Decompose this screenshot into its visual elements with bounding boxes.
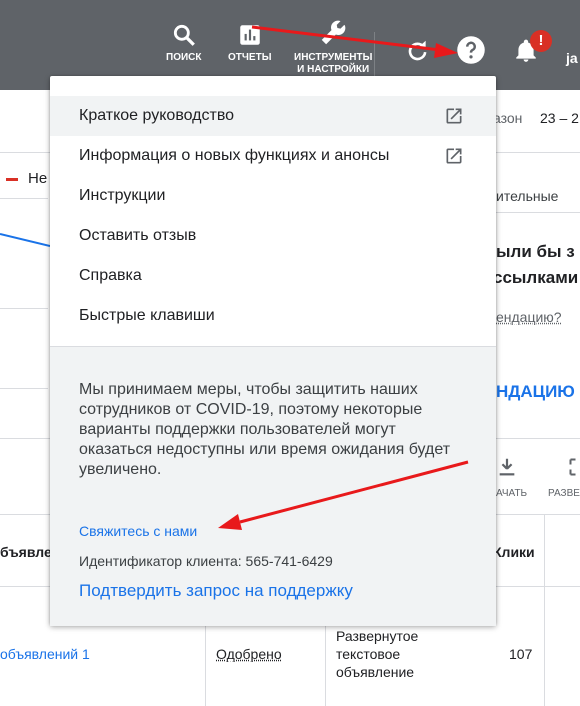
ad-type-line3: объявление <box>336 664 414 680</box>
help-dropdown-menu: Краткое руководство Информация о новых ф… <box>50 76 496 625</box>
tools-label-line2: И НАСТРОЙКИ <box>294 64 372 76</box>
covid-notice: Мы принимаем меры, чтобы защитить наших … <box>79 380 459 480</box>
confirm-support-request-link[interactable]: Подтвердить запрос на поддержку <box>79 581 353 601</box>
contact-us-link[interactable]: Свяжитесь с нами <box>79 523 197 539</box>
chart-gridline <box>0 308 48 309</box>
client-id: Идентификатор клиента: 565-741-6429 <box>79 553 333 569</box>
recommendation-question[interactable]: ендацию? <box>496 309 562 325</box>
search-label: ПОИСК <box>166 52 201 63</box>
user-account-name[interactable]: ja <box>566 50 578 66</box>
table-column-border <box>544 514 545 706</box>
tools-settings-button[interactable]: ИНСТРУМЕНТЫ И НАСТРОЙКИ <box>294 18 372 76</box>
apply-recommendation-button[interactable]: НДАЦИЮ <box>496 382 575 402</box>
notification-badge: ! <box>530 30 552 52</box>
recommendations-header: ительные <box>496 188 558 204</box>
col-header-clicks[interactable]: Клики <box>493 544 535 560</box>
reports-button[interactable]: ОТЧЕТЫ <box>228 22 271 64</box>
ad-type-line2: текстовое <box>336 646 400 662</box>
menu-item-label: Краткое руководство <box>79 96 234 136</box>
expand-icon[interactable] <box>568 456 580 478</box>
menu-item-instructions[interactable]: Инструкции <box>50 176 496 216</box>
support-footer: Мы принимаем меры, чтобы защитить наших … <box>50 346 496 626</box>
period-label: азон <box>493 110 522 126</box>
download-icon[interactable] <box>496 456 518 478</box>
chart-line <box>0 230 50 250</box>
expand-label: РАЗВЕ <box>548 488 580 499</box>
rec-divider <box>496 212 580 213</box>
menu-item-quick-guide[interactable]: Краткое руководство <box>50 96 496 136</box>
menu-item-whats-new[interactable]: Информация о новых функциях и анонсы <box>50 136 496 176</box>
reports-label: ОТЧЕТЫ <box>228 52 271 63</box>
menu-item-feedback[interactable]: Оставить отзыв <box>50 216 496 256</box>
ad-type-line1: Развернутое <box>336 628 418 644</box>
external-link-icon <box>444 106 464 126</box>
reports-icon <box>237 22 263 48</box>
clicks-cell: 107 <box>509 646 532 662</box>
menu-item-label: Быстрые клавиши <box>79 296 215 336</box>
help-icon[interactable] <box>456 35 486 65</box>
chart-gridline <box>0 198 48 199</box>
search-icon <box>171 22 197 48</box>
status-cell[interactable]: Одобрено <box>216 646 282 662</box>
menu-item-label: Информация о новых функциях и анонсы <box>79 136 389 176</box>
toolbar-divider <box>374 32 375 78</box>
menu-item-shortcuts[interactable]: Быстрые клавиши <box>50 296 496 336</box>
col-header-ads[interactable]: бъявле <box>0 544 52 560</box>
chart-axis <box>0 388 48 389</box>
menu-item-label: Справка <box>79 256 142 296</box>
legend-label[interactable]: Не <box>28 170 47 187</box>
wrench-icon <box>318 18 348 48</box>
refresh-icon[interactable] <box>404 38 430 64</box>
menu-item-label: Оставить отзыв <box>79 216 196 256</box>
search-button[interactable]: ПОИСК <box>166 22 201 64</box>
external-link-icon <box>444 146 464 166</box>
tools-label-line1: ИНСТРУМЕНТЫ <box>294 52 372 64</box>
download-label: АЧАТЬ <box>496 488 527 499</box>
period-value[interactable]: 23 – 2 <box>540 110 579 126</box>
recommendation-title-line1: ыли бы з <box>496 242 575 262</box>
recommendation-title-line2: ссылками <box>493 268 578 288</box>
menu-item-help[interactable]: Справка <box>50 256 496 296</box>
menu-item-label: Инструкции <box>79 176 165 216</box>
legend-swatch <box>6 178 18 181</box>
ad-group-link[interactable]: объявлений 1 <box>0 646 90 662</box>
